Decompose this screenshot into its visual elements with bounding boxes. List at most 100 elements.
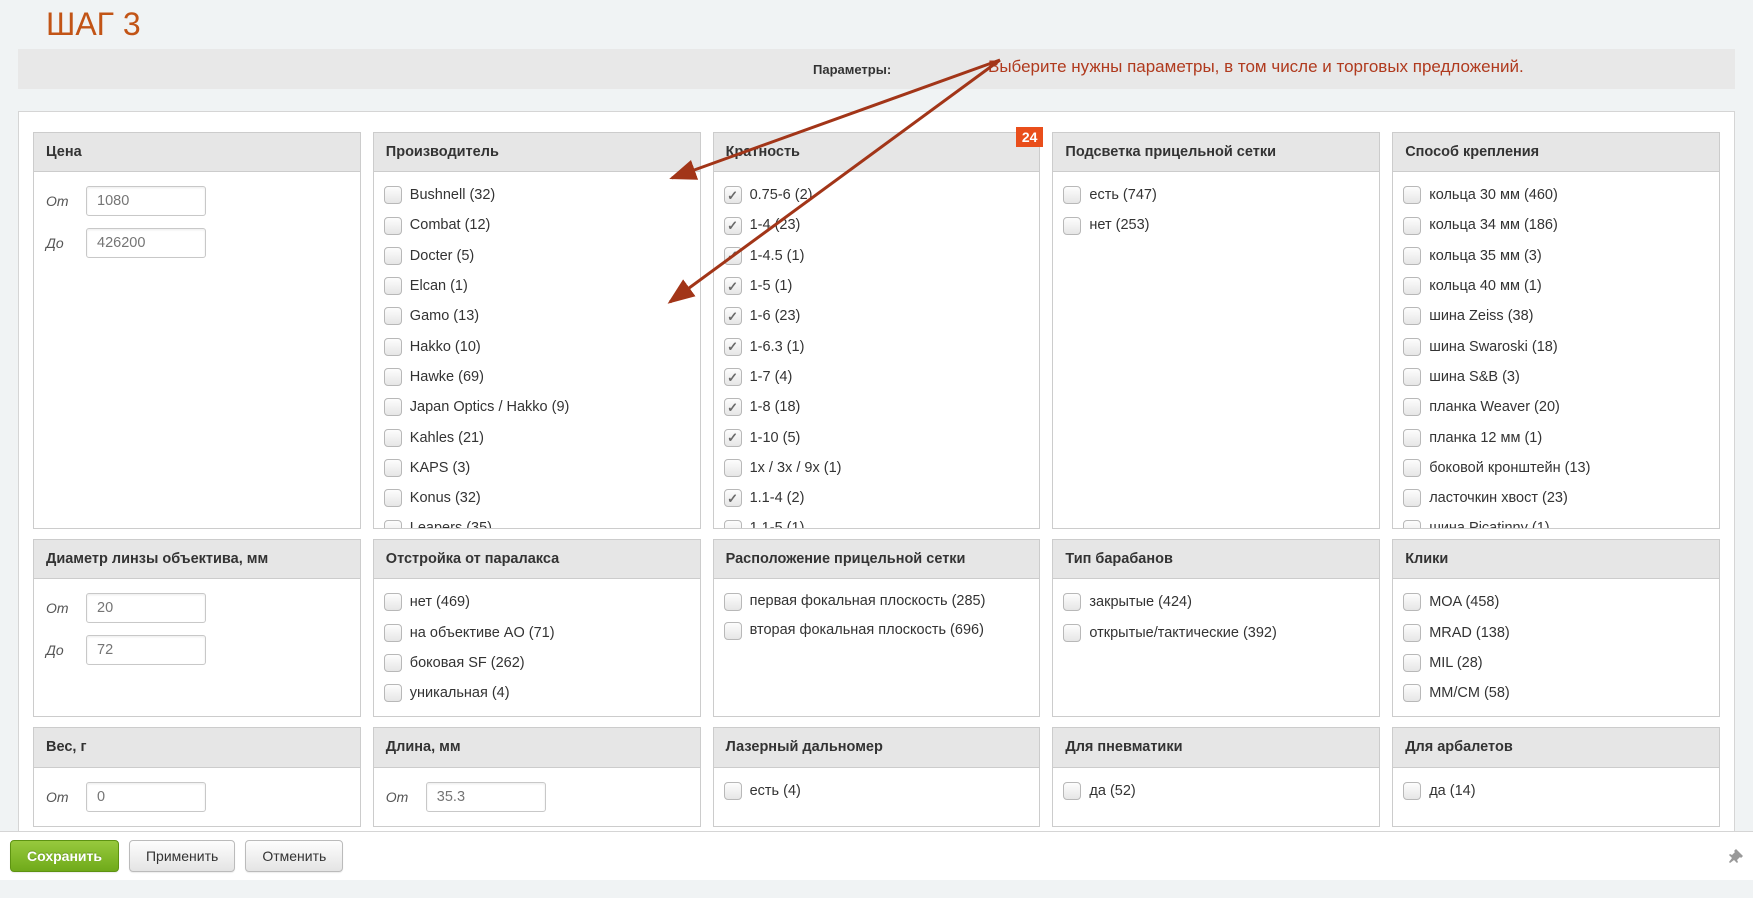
price-from-input[interactable] xyxy=(86,186,206,216)
list-item[interactable]: Docter (5) xyxy=(382,241,692,271)
item-label[interactable]: да (52) xyxy=(1089,781,1135,801)
item-label[interactable]: кольца 34 мм (186) xyxy=(1429,215,1558,235)
checkbox[interactable] xyxy=(724,622,742,640)
list-item[interactable]: 1x / 3x / 9x (1) xyxy=(722,453,1032,483)
checkbox[interactable] xyxy=(384,459,402,477)
checkbox[interactable] xyxy=(384,247,402,265)
checkbox[interactable] xyxy=(724,429,742,447)
item-label[interactable]: есть (747) xyxy=(1089,185,1156,205)
length-from-input[interactable] xyxy=(426,782,546,812)
list-item[interactable]: MM/CM (58) xyxy=(1401,678,1711,708)
list-item[interactable]: 1-7 (4) xyxy=(722,362,1032,392)
item-label[interactable]: MOA (458) xyxy=(1429,592,1499,612)
item-label[interactable]: закрытые (424) xyxy=(1089,592,1192,612)
item-label[interactable]: шина Zeiss (38) xyxy=(1429,306,1533,326)
checkbox[interactable] xyxy=(1403,368,1421,386)
item-label[interactable]: MIL (28) xyxy=(1429,653,1482,673)
checkbox[interactable] xyxy=(1063,593,1081,611)
item-label[interactable]: кольца 35 мм (3) xyxy=(1429,246,1542,266)
list-item[interactable]: Kahles (21) xyxy=(382,423,692,453)
list-item[interactable]: 1-6 (23) xyxy=(722,301,1032,331)
item-label[interactable]: 1-6 (23) xyxy=(750,306,801,326)
list-item[interactable]: закрытые (424) xyxy=(1061,587,1371,617)
list-item[interactable]: первая фокальная плоскость (285) xyxy=(722,587,1032,616)
list-item[interactable]: 1.1-5 (1) xyxy=(722,513,1032,528)
item-label[interactable]: нет (469) xyxy=(410,592,470,612)
item-label[interactable]: боковой кронштейн (13) xyxy=(1429,458,1590,478)
checkbox[interactable] xyxy=(1403,307,1421,325)
checkbox[interactable] xyxy=(724,520,742,529)
item-label[interactable]: 1-7 (4) xyxy=(750,367,793,387)
list-item[interactable]: 1-6.3 (1) xyxy=(722,332,1032,362)
list-item[interactable]: боковой кронштейн (13) xyxy=(1401,453,1711,483)
pin-icon[interactable] xyxy=(1727,848,1743,864)
checkbox[interactable] xyxy=(724,398,742,416)
list-item[interactable]: 1-4 (23) xyxy=(722,210,1032,240)
checkbox[interactable] xyxy=(724,217,742,235)
item-label[interactable]: уникальная (4) xyxy=(410,683,510,703)
list-item[interactable]: шина S&B (3) xyxy=(1401,362,1711,392)
checkbox[interactable] xyxy=(1403,217,1421,235)
price-to-input[interactable] xyxy=(86,228,206,258)
diameter-from-input[interactable] xyxy=(86,593,206,623)
item-label[interactable]: Konus (32) xyxy=(410,488,481,508)
checkbox[interactable] xyxy=(1403,459,1421,477)
list-item[interactable]: шина Zeiss (38) xyxy=(1401,301,1711,331)
save-button[interactable]: Сохранить xyxy=(10,840,119,872)
item-label[interactable]: 1-5 (1) xyxy=(750,276,793,296)
item-label[interactable]: ласточкин хвост (23) xyxy=(1429,488,1568,508)
checkbox[interactable] xyxy=(724,247,742,265)
list-item[interactable]: 1.1-4 (2) xyxy=(722,483,1032,513)
item-label[interactable]: 1.1-5 (1) xyxy=(750,518,805,528)
list-item[interactable]: 1-5 (1) xyxy=(722,271,1032,301)
list-item[interactable]: вторая фокальная плоскость (696) xyxy=(722,616,1032,645)
cancel-button[interactable]: Отменить xyxy=(245,840,343,872)
checkbox[interactable] xyxy=(724,782,742,800)
checkbox[interactable] xyxy=(384,489,402,507)
list-item[interactable]: Combat (12) xyxy=(382,210,692,240)
checkbox[interactable] xyxy=(384,654,402,672)
checkbox[interactable] xyxy=(1403,782,1421,800)
list-item[interactable]: открытые/тактические (392) xyxy=(1061,618,1371,648)
item-label[interactable]: первая фокальная плоскость (285) xyxy=(750,592,986,611)
list-item[interactable]: нет (469) xyxy=(382,587,692,617)
item-label[interactable]: Combat (12) xyxy=(410,215,491,235)
list-item[interactable]: Leapers (35) xyxy=(382,513,692,528)
checkbox[interactable] xyxy=(384,217,402,235)
item-label[interactable]: 1-6.3 (1) xyxy=(750,337,805,357)
item-label[interactable]: боковая SF (262) xyxy=(410,653,525,673)
list-item[interactable]: на объективе AO (71) xyxy=(382,618,692,648)
item-label[interactable]: MM/CM (58) xyxy=(1429,683,1510,703)
item-label[interactable]: планка 12 мм (1) xyxy=(1429,428,1542,448)
item-label[interactable]: шина S&B (3) xyxy=(1429,367,1520,387)
checkbox[interactable] xyxy=(724,186,742,204)
list-item[interactable]: 1-10 (5) xyxy=(722,423,1032,453)
list-item[interactable]: нет (253) xyxy=(1061,210,1371,240)
list-item[interactable]: 1-8 (18) xyxy=(722,392,1032,422)
checkbox[interactable] xyxy=(1403,338,1421,356)
checkbox[interactable] xyxy=(384,429,402,447)
list-item[interactable]: планка Weaver (20) xyxy=(1401,392,1711,422)
checkbox[interactable] xyxy=(724,489,742,507)
checkbox[interactable] xyxy=(384,338,402,356)
checkbox[interactable] xyxy=(384,684,402,702)
item-label[interactable]: MRAD (138) xyxy=(1429,623,1510,643)
checkbox[interactable] xyxy=(1403,429,1421,447)
item-label[interactable]: вторая фокальная плоскость (696) xyxy=(750,621,984,640)
checkbox[interactable] xyxy=(384,277,402,295)
list-item[interactable]: кольца 34 мм (186) xyxy=(1401,210,1711,240)
checkbox[interactable] xyxy=(1063,217,1081,235)
list-item[interactable]: уникальная (4) xyxy=(382,678,692,708)
item-label[interactable]: Bushnell (32) xyxy=(410,185,495,205)
list-item[interactable]: Gamo (13) xyxy=(382,301,692,331)
list-item[interactable]: Hakko (10) xyxy=(382,332,692,362)
list-item[interactable]: есть (4) xyxy=(722,776,1032,806)
list-item[interactable]: MIL (28) xyxy=(1401,648,1711,678)
item-label[interactable]: 1-10 (5) xyxy=(750,428,801,448)
item-label[interactable]: открытые/тактические (392) xyxy=(1089,623,1276,643)
checkbox[interactable] xyxy=(1403,186,1421,204)
item-label[interactable]: Elcan (1) xyxy=(410,276,468,296)
checkbox[interactable] xyxy=(1403,398,1421,416)
checkbox[interactable] xyxy=(1403,593,1421,611)
checkbox[interactable] xyxy=(1063,782,1081,800)
